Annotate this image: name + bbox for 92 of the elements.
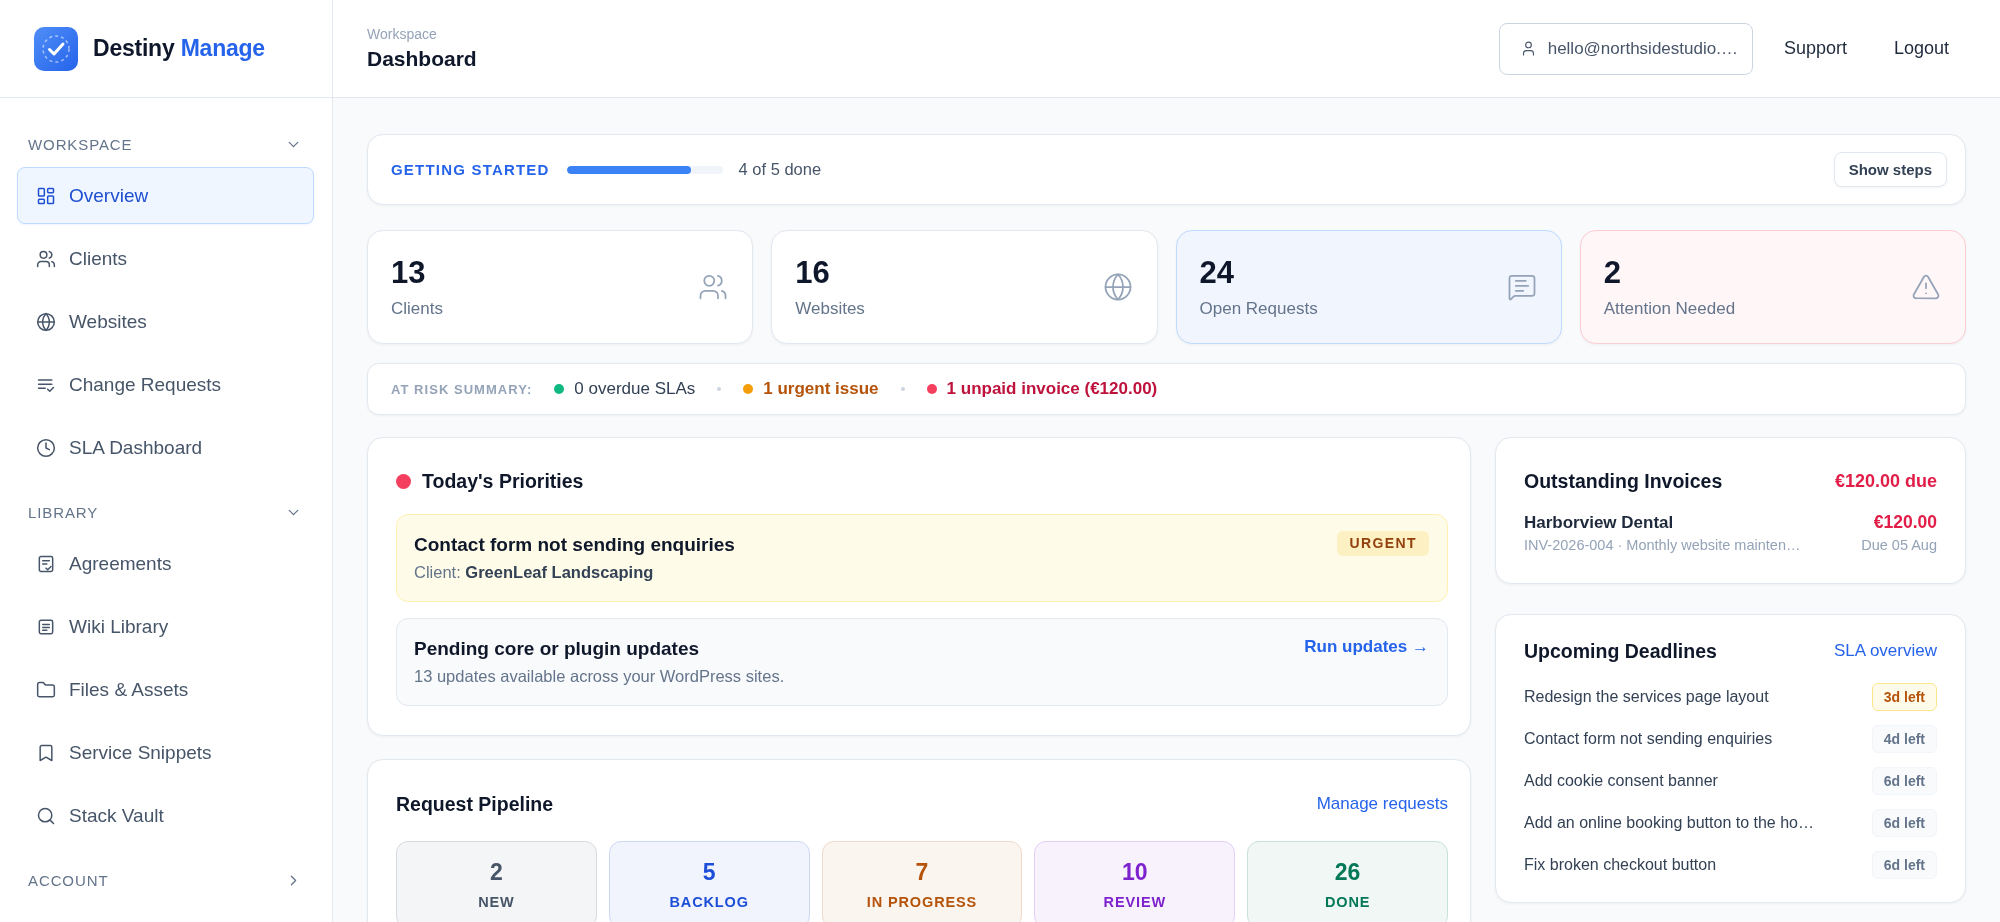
deadline-title: Fix broken checkout button (1524, 856, 1717, 874)
stage-count: 2 (490, 858, 503, 886)
priority-detail: 13 updates available across your WordPress sites. (414, 667, 785, 686)
sidebar-item[interactable]: Clients (17, 230, 314, 287)
stage-count: 10 (1122, 858, 1148, 886)
stat-label: Websites (795, 297, 865, 320)
invoice-due-date: Due 05 Aug (1861, 537, 1937, 553)
risk-item-text: 1 unpaid invoice (€120.00) (946, 379, 1158, 399)
days-left-badge: 6d left (1871, 851, 1937, 879)
sidebar-item[interactable]: Websites (17, 293, 314, 350)
pipeline-stage-tile[interactable]: 2 NEW (396, 841, 597, 922)
priority-detail: Client: GreenLeaf Landscaping (414, 563, 655, 582)
card-title: Outstanding Invoices (1524, 469, 1723, 493)
priority-item[interactable]: Contact form not sending enquiries Client: GreenLeaf Landscaping URGENT (396, 514, 1448, 602)
page-eyebrow: Workspace (367, 26, 438, 42)
pipeline-stage-tile[interactable]: 26 DONE (1247, 841, 1448, 922)
stat-label: Clients (391, 297, 443, 320)
pipeline-stage-tile[interactable]: 10 REVIEW (1034, 841, 1236, 922)
deadline-title: Redesign the services page layout (1524, 688, 1769, 706)
document-check-icon (36, 553, 56, 574)
pipeline-stage-tile[interactable]: 5 BACKLOG (608, 841, 810, 922)
days-left-badge: 6d left (1871, 809, 1937, 837)
section-label: WORKSPACE (28, 135, 133, 153)
days-left-badge: 6d left (1871, 767, 1937, 795)
invoice-client: Harborview Dental (1524, 513, 1675, 533)
risk-item-text: 0 overdue SLAs (574, 379, 696, 399)
sidebar-item[interactable]: Stack Vault (17, 787, 314, 844)
sla-overview-link[interactable]: SLA overview (1834, 641, 1937, 661)
risk-item-text: 1 urgent issue (763, 379, 879, 399)
priority-title: Pending core or plugin updates (414, 638, 701, 660)
deadline-title: Add an online booking button to the ho… (1524, 814, 1814, 832)
folder-icon (36, 679, 56, 700)
stage-count: 26 (1334, 858, 1361, 886)
priority-item[interactable]: Pending core or plugin updates 13 updates available across your WordPress sites. Run updates → (396, 618, 1448, 706)
account-button[interactable]: hello@northsidestudio.… (1498, 22, 1753, 75)
clock-icon (36, 437, 56, 458)
risk-summary-label: AT RISK SUMMARY: (391, 381, 533, 397)
globe-icon (1102, 272, 1133, 302)
sidebar-item[interactable]: SLA Dashboard (17, 419, 314, 476)
header-link[interactable]: Support (1767, 28, 1863, 69)
show-steps-button[interactable]: Show steps (1833, 152, 1947, 187)
users-icon (698, 272, 729, 302)
stage-label: NEW (478, 893, 515, 911)
stat-label: Open Requests (1199, 297, 1318, 320)
warning-triangle-icon (1911, 272, 1941, 302)
stat-value: 16 (795, 254, 831, 291)
sidebar-item[interactable]: Overview (17, 167, 314, 224)
deadline-title: Contact form not sending enquiries (1524, 730, 1773, 748)
stage-label: REVIEW (1103, 893, 1166, 911)
card-title: Today's Priorities (422, 469, 584, 493)
deadline-title: Add cookie consent banner (1524, 772, 1718, 790)
globe-icon (36, 311, 56, 332)
sidebar-item[interactable]: Agreements (17, 535, 314, 592)
progress-text: 4 of 5 done (738, 160, 822, 179)
stage-count: 5 (702, 858, 716, 886)
card-title: Upcoming Deadlines (1524, 639, 1717, 663)
sidebar-item[interactable]: Wiki Library (17, 598, 314, 655)
sidebar-item[interactable]: Change Requests (17, 356, 314, 413)
users-icon (36, 248, 56, 269)
stat-value: 13 (391, 254, 427, 291)
urgent-badge: URGENT (1337, 531, 1429, 556)
header-link[interactable]: Logout (1877, 28, 1965, 69)
total-due: €120.00 due (1834, 470, 1937, 492)
manage-requests-link[interactable]: Manage requests (1316, 794, 1448, 814)
days-left-badge: 4d left (1871, 725, 1937, 753)
page-title: Dashboard (367, 47, 477, 71)
chat-bubble-icon (1506, 272, 1537, 302)
stat-label: Attention Needed (1603, 297, 1736, 320)
stage-count: 7 (915, 858, 929, 886)
sidebar-item[interactable]: Service Snippets (17, 724, 314, 781)
section-label: LIBRARY (28, 503, 99, 521)
priority-dot-icon (396, 473, 411, 489)
run-updates-link[interactable]: Run updates → (1304, 637, 1429, 657)
stage-label: DONE (1324, 893, 1371, 911)
sidebar-item[interactable]: Files & Assets (17, 661, 314, 718)
section-label: ACCOUNT (28, 871, 109, 889)
brand-name: Destiny Manage (93, 35, 265, 62)
stage-label: BACKLOG (669, 893, 749, 911)
card-title: Request Pipeline (396, 792, 554, 816)
dashboard-icon (36, 185, 56, 206)
days-left-badge: 3d left (1871, 683, 1937, 711)
invoice-amount: €120.00 (1872, 512, 1937, 533)
stage-label: IN PROGRESS (866, 893, 978, 911)
pipeline-stage-tile[interactable]: 7 IN PROGRESS (821, 841, 1023, 922)
search-icon (36, 805, 56, 826)
logo-icon (34, 26, 78, 71)
stat-value: 24 (1199, 254, 1235, 291)
stat-value: 2 (1603, 254, 1622, 291)
bookmark-icon (36, 742, 56, 763)
getting-started-label: GETTING STARTED (391, 161, 550, 178)
invoice-detail: INV-2026-004 · Monthly website mainten… (1524, 537, 1802, 553)
priority-title: Contact form not sending enquiries (414, 534, 735, 556)
